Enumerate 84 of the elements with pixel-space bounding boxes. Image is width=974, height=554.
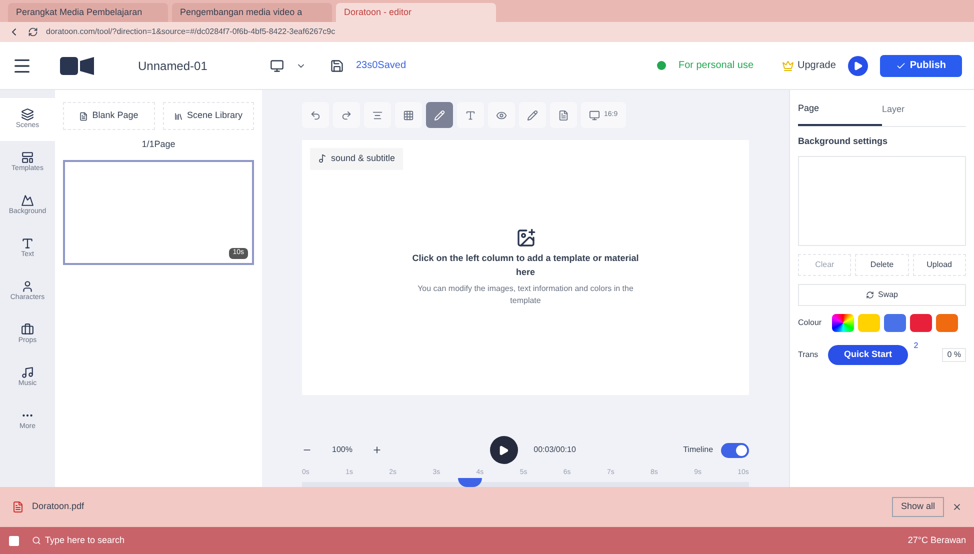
tool-icon xyxy=(310,110,321,120)
logo-icon xyxy=(60,54,94,76)
rail-icon xyxy=(21,280,34,293)
colour-swatch[interactable] xyxy=(884,314,906,332)
colour-swatch[interactable] xyxy=(858,314,880,332)
panel-tab[interactable]: Layer xyxy=(882,102,966,126)
colour-label: Colour xyxy=(798,317,823,329)
swap-icon xyxy=(866,291,874,299)
tool-icon xyxy=(372,110,383,120)
section-heading: Background settings xyxy=(798,134,889,148)
hint-text: You can modify the images, text information and colors in the template xyxy=(416,283,634,307)
rail-icon xyxy=(21,194,34,207)
show-all-button[interactable]: Show all xyxy=(892,497,944,517)
taskbar-search[interactable]: Type here to search xyxy=(32,534,172,548)
panel-tab[interactable]: Page xyxy=(798,102,882,126)
tool-icon xyxy=(465,110,476,120)
zoom-level: 100% xyxy=(331,444,354,456)
colour-picker[interactable] xyxy=(832,314,854,332)
tool-icon xyxy=(589,110,600,120)
toolbar-button[interactable] xyxy=(550,102,577,128)
reload-icon[interactable] xyxy=(28,27,38,37)
scene-button[interactable]: Scene Library xyxy=(162,102,254,130)
page-icon xyxy=(79,112,88,120)
timeline-toggle[interactable] xyxy=(721,442,750,458)
rail-icon xyxy=(21,366,34,379)
tool-icon xyxy=(341,110,352,120)
plan-label: For personal use xyxy=(678,59,754,73)
play-button[interactable] xyxy=(490,436,518,464)
browser-tab[interactable]: Perangkat Media Pembelajaran xyxy=(8,3,168,22)
tool-icon xyxy=(527,110,538,120)
start-icon[interactable] xyxy=(8,534,20,546)
sound-subtitle-button[interactable]: sound & subtitle xyxy=(310,148,404,170)
save-icon[interactable] xyxy=(330,58,344,72)
scene-button[interactable]: Blank Page xyxy=(63,102,154,130)
colour-swatch[interactable] xyxy=(936,314,958,332)
project-name[interactable]: Unnamed-01 xyxy=(138,56,258,74)
playback-time: 00:03/00:10 xyxy=(534,444,576,456)
crown-icon xyxy=(782,60,794,72)
play-preview-button[interactable] xyxy=(848,56,868,76)
pdf-icon xyxy=(12,501,24,513)
toolbar-button[interactable] xyxy=(333,102,360,128)
quick-start-button[interactable]: Quick Start xyxy=(828,345,908,365)
background-action[interactable]: Upload xyxy=(912,254,966,276)
browser-tab[interactable]: Pengembangan media video a xyxy=(172,3,332,22)
transparency-label: Trans xyxy=(798,349,818,361)
toolbar-button[interactable] xyxy=(302,102,329,128)
toolbar-button[interactable] xyxy=(395,102,422,128)
save-status: 23s0Saved xyxy=(356,59,406,73)
music-icon xyxy=(318,154,327,164)
tool-icon xyxy=(558,110,569,120)
tool-icon xyxy=(434,110,445,120)
weather-text: 27°C Berawan xyxy=(908,534,966,547)
tool-icon xyxy=(403,110,414,120)
rail-icon xyxy=(21,236,34,250)
playhead[interactable] xyxy=(458,478,482,487)
rail-icon xyxy=(21,108,34,121)
play-icon xyxy=(852,60,863,70)
timeline-label: Timeline xyxy=(683,444,714,456)
search-icon xyxy=(32,536,41,545)
page-count: 1/1Page xyxy=(140,138,176,151)
toolbar-button[interactable] xyxy=(457,102,484,128)
hint-title: Click on the left column to add a template or material here xyxy=(411,252,640,278)
tool-icon xyxy=(496,110,507,120)
colour-swatch[interactable] xyxy=(910,314,932,332)
toolbar-button[interactable] xyxy=(519,102,546,128)
add-image-icon xyxy=(516,228,536,248)
play-icon xyxy=(498,444,510,456)
library-icon xyxy=(174,112,183,120)
close-icon[interactable] xyxy=(952,502,962,512)
url-field[interactable]: doratoon.com/tool/?direction=1&source=#/dc0284f7-0f6b-4bf5-8422-3eaf6267c9c xyxy=(46,26,336,38)
rail-icon xyxy=(21,150,34,164)
toolbar-button[interactable] xyxy=(488,102,515,128)
check-icon xyxy=(896,60,906,70)
swap-button[interactable]: Swap xyxy=(798,284,966,306)
toolbar-button[interactable] xyxy=(426,102,453,128)
download-item[interactable]: Doratoon.pdf xyxy=(32,500,122,514)
rail-icon xyxy=(21,322,34,336)
zoom-in-icon[interactable] xyxy=(372,445,382,455)
publish-button[interactable]: Publish xyxy=(880,54,962,76)
browser-tab[interactable]: Doratoon - editor xyxy=(336,3,496,22)
background-action[interactable]: Delete xyxy=(855,254,909,276)
upgrade-link[interactable]: Upgrade xyxy=(798,58,836,73)
transparency-field[interactable]: 0 % xyxy=(942,348,966,362)
screen-size-icon[interactable] xyxy=(270,58,284,72)
